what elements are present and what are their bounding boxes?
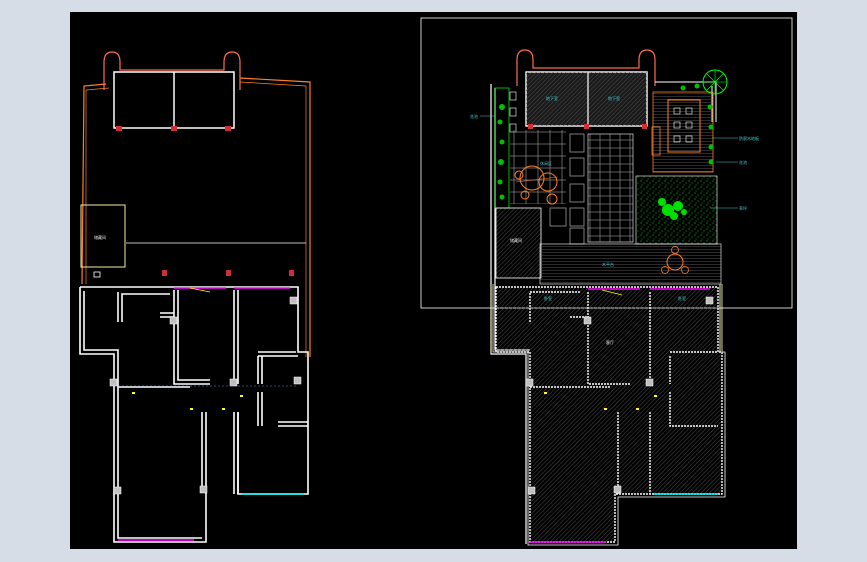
room-right-label: 卧室 [678, 295, 686, 301]
left-fixtures [132, 392, 243, 410]
garden-center-label: 休闲区 [540, 160, 552, 166]
right-storage-box [495, 207, 542, 279]
note-bottom-label: 草坪 [739, 205, 747, 211]
note-left-label: 花池 [470, 113, 478, 119]
right-floor-plan: 地下室 地下室 休闲区 防腐木地板 花池 草坪 花池 储藏间 木平台 卧室 卧室… [420, 17, 793, 546]
brick-paving [587, 133, 634, 243]
right-top-rooms: 地下室 地下室 [516, 49, 656, 129]
note-top-label: 防腐木地板 [739, 135, 759, 141]
wood-deck [539, 243, 722, 285]
room-top-left-label: 地下室 [546, 95, 558, 101]
cad-drawing-canvas[interactable]: 储藏间 地下室 地下室 休闲区 防腐木地板 花池 草坪 花池 储藏间 木平台 卧… [70, 12, 797, 549]
right-storage-label: 储藏间 [510, 237, 522, 243]
left-walls [79, 286, 309, 543]
left-planter-plants [497, 104, 505, 200]
tree-symbol [702, 69, 728, 95]
note-mid-label: 花池 [739, 159, 747, 165]
left-storage-box: 储藏间 [80, 204, 126, 278]
deck-label: 木平台 [602, 261, 614, 267]
room-top-right-label: 地下室 [608, 95, 620, 101]
left-floor-plan: 储藏间 [79, 51, 311, 543]
room-left-label: 卧室 [544, 295, 552, 301]
paving-area [510, 130, 566, 204]
floor-plan-svg: 储藏间 地下室 地下室 休闲区 防腐木地板 花池 草坪 花池 储藏间 木平台 卧… [79, 17, 793, 546]
deck-dining [651, 91, 714, 173]
left-top-balcony [103, 51, 241, 131]
hall-label: 客厅 [606, 339, 614, 345]
left-storage-label: 储藏间 [94, 234, 106, 240]
